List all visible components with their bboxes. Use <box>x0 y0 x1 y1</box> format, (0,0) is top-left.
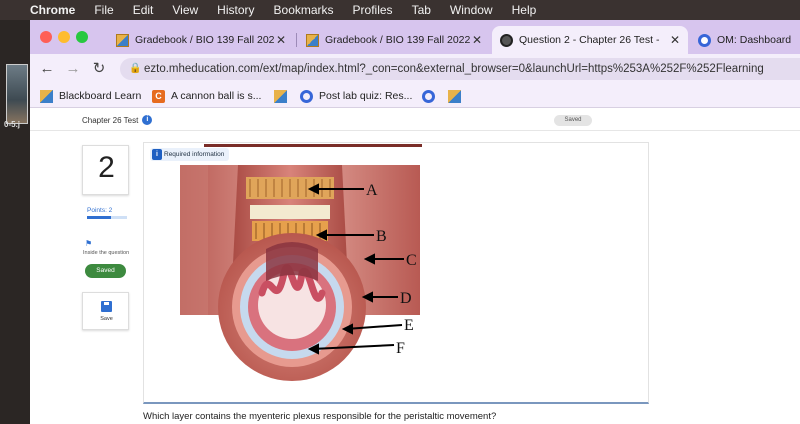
question-number-card: 2 <box>82 145 129 195</box>
figure-label-d: D <box>400 290 412 307</box>
points-progress-bar <box>87 216 127 219</box>
menu-profiles[interactable]: Profiles <box>353 3 393 17</box>
macos-menu-bar: Chrome File Edit View History Bookmarks … <box>0 0 800 20</box>
bookmark-cannon-ball[interactable]: C A cannon ball is s... <box>152 88 261 104</box>
tab-gradebook-1[interactable]: Gradebook / BIO 139 Fall 2022 ✕ <box>108 26 294 54</box>
close-tab-icon[interactable]: ✕ <box>668 33 682 47</box>
tab-strip: Gradebook / BIO 139 Fall 2022 ✕ Gradeboo… <box>30 20 800 54</box>
tab-label: Question 2 - Chapter 26 Test - <box>519 34 660 46</box>
close-window-button[interactable] <box>40 31 52 43</box>
required-information-tag[interactable]: i Required information <box>150 148 230 161</box>
back-arrow-icon[interactable]: ← <box>38 60 56 78</box>
required-info-label: Required information <box>164 151 225 158</box>
menu-file[interactable]: File <box>94 3 113 17</box>
menu-window[interactable]: Window <box>450 3 493 17</box>
blackboard-icon <box>274 89 287 103</box>
browser-toolbar: ← → ↻ 🔒 ezto.mheducation.com/ext/map/ind… <box>30 54 800 84</box>
breadcrumb: Chapter 26 Test i <box>82 115 153 125</box>
tab-label: OM: Dashboard <box>717 34 792 46</box>
saved-status-pill: Saved <box>554 115 592 126</box>
breadcrumb-title: Chapter 26 Test <box>82 115 139 125</box>
bookmark-blank-1[interactable] <box>274 88 293 104</box>
menu-edit[interactable]: Edit <box>133 3 154 17</box>
required-info-badge: i <box>152 149 162 160</box>
save-card[interactable]: Save <box>82 292 129 330</box>
question-number: 2 <box>98 151 115 184</box>
figure-label-c: C <box>406 252 417 269</box>
close-tab-icon[interactable]: ✕ <box>470 33 484 47</box>
address-url: ezto.mheducation.com/ext/map/index.html?… <box>144 63 764 75</box>
menu-view[interactable]: View <box>172 3 198 17</box>
figure-top-strip <box>204 144 422 147</box>
figure-label-b: B <box>376 228 387 245</box>
blackboard-icon <box>116 33 129 47</box>
tab-question-2[interactable]: Question 2 - Chapter 26 Test - ✕ <box>492 26 688 54</box>
bookmarks-bar: Blackboard Learn C A cannon ball is s...… <box>30 84 800 108</box>
tab-om-dashboard[interactable]: OM: Dashboard <box>690 26 800 54</box>
chegg-icon: C <box>152 89 165 103</box>
save-label: Save <box>100 316 113 322</box>
points-progress-fill <box>87 216 111 219</box>
desktop-file-label: 0-5.j <box>4 120 21 129</box>
points-label: Points: 2 <box>87 207 113 214</box>
lock-icon[interactable]: 🔒 <box>129 58 141 80</box>
saved-button[interactable]: Saved <box>85 264 126 278</box>
zoom-window-button[interactable] <box>76 31 88 43</box>
flag-icon[interactable]: ⚑ <box>85 239 92 248</box>
tab-separator <box>296 33 297 47</box>
quizlet-icon <box>422 89 435 103</box>
save-icon <box>101 301 112 312</box>
digestive-tract-figure: A B C D E F <box>180 165 420 381</box>
menu-bookmarks[interactable]: Bookmarks <box>274 3 334 17</box>
desktop: 0-5.j <box>0 20 30 424</box>
reload-icon[interactable]: ↻ <box>90 60 108 78</box>
figure-label-f: F <box>396 340 405 357</box>
bookmark-blackboard-learn[interactable]: Blackboard Learn <box>40 88 141 104</box>
bookmark-label: Blackboard Learn <box>59 90 142 102</box>
figure-label-a: A <box>366 182 378 199</box>
menu-help[interactable]: Help <box>512 3 537 17</box>
tab-label: Gradebook / BIO 139 Fall 2022 <box>135 34 274 46</box>
bookmark-label: A cannon ball is s... <box>171 90 262 102</box>
info-icon[interactable]: i <box>142 115 153 125</box>
bookmark-post-lab-quiz[interactable]: Post lab quiz: Res... <box>300 88 412 104</box>
blackboard-icon <box>306 33 319 47</box>
menu-history[interactable]: History <box>217 3 254 17</box>
test-header: Chapter 26 Test i Saved <box>30 109 800 131</box>
minimize-window-button[interactable] <box>58 31 70 43</box>
menu-app-name[interactable]: Chrome <box>30 3 75 17</box>
question-text: Which layer contains the myenteric plexu… <box>143 411 497 422</box>
page-content: Chapter 26 Test i Saved 2 Points: 2 ⚑ In… <box>30 109 800 424</box>
blackboard-icon <box>448 89 461 103</box>
menu-tab[interactable]: Tab <box>412 3 431 17</box>
question-help-text: Inside the question <box>83 250 130 256</box>
question-panel: i Required information A B C D E F <box>143 142 649 404</box>
address-bar[interactable]: 🔒 ezto.mheducation.com/ext/map/index.htm… <box>120 58 800 80</box>
bookmark-blank-3[interactable] <box>448 88 467 104</box>
figure-label-e: E <box>404 317 414 334</box>
tab-label: Gradebook / BIO 139 Fall 2022 <box>325 34 470 46</box>
figure-left-wash <box>180 165 208 315</box>
forward-arrow-icon[interactable]: → <box>64 60 82 78</box>
om-icon <box>698 33 711 47</box>
blackboard-icon <box>40 89 53 103</box>
close-tab-icon[interactable]: ✕ <box>274 33 288 47</box>
submucosa-band <box>250 205 330 219</box>
browser-window: Gradebook / BIO 139 Fall 2022 ✕ Gradeboo… <box>30 20 800 424</box>
desktop-file-thumbnail[interactable] <box>6 64 28 124</box>
bookmark-blank-2[interactable] <box>422 88 441 104</box>
globe-icon <box>500 33 513 47</box>
tab-gradebook-2[interactable]: Gradebook / BIO 139 Fall 2022 ✕ <box>298 26 490 54</box>
bookmark-label: Post lab quiz: Res... <box>319 90 413 102</box>
quizlet-icon <box>300 89 313 103</box>
